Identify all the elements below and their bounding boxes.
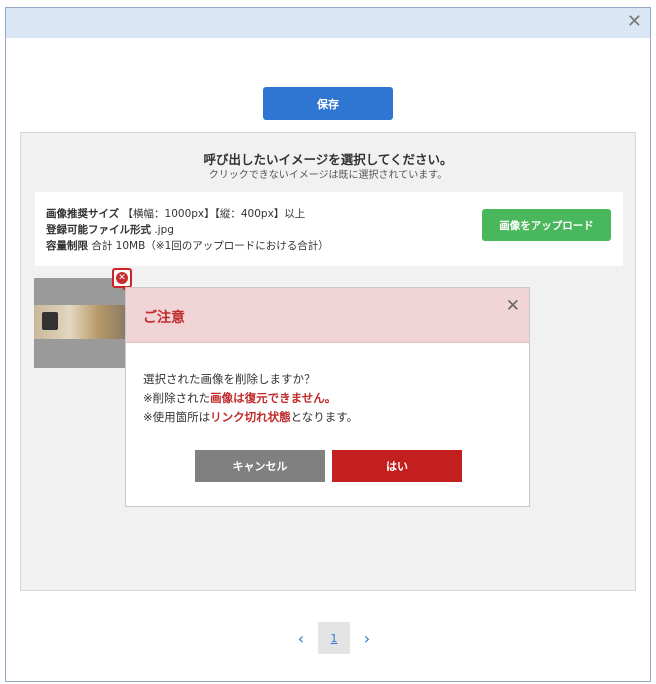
page-number-current[interactable]: 1	[318, 622, 350, 654]
dialog-line-3-prefix: ※使用箇所は	[143, 410, 211, 424]
dialog-line-2-warning: 画像は復元できません。	[210, 391, 337, 405]
dialog-title: ご注意	[143, 310, 185, 326]
size-info: 画像推奨サイズ 【横幅：1000px】【縦：400px】以上	[46, 206, 305, 221]
upload-image-button[interactable]: 画像をアップロード	[482, 209, 611, 241]
dialog-line-3-suffix: となります。	[290, 410, 359, 424]
save-button[interactable]: 保存	[263, 87, 393, 120]
next-page-icon[interactable]: ›	[356, 629, 378, 648]
image-thumbnail[interactable]	[34, 278, 125, 368]
size-value: 【横幅：1000px】【縦：400px】以上	[122, 208, 306, 220]
confirm-delete-dialog: ご注意 ✕ 選択された画像を削除しますか？ ※削除された画像は復元できません。 …	[125, 287, 530, 507]
format-label: 登録可能ファイル形式	[46, 224, 151, 236]
dialog-message-line-2: ※削除された画像は復元できません。	[143, 390, 336, 406]
capacity-value: 合計 10MB（※1回のアップロードにおける合計）	[91, 240, 329, 252]
thumbnail-logo-icon	[42, 312, 58, 330]
upload-info-box: 画像推奨サイズ 【横幅：1000px】【縦：400px】以上 登録可能ファイル形…	[35, 192, 623, 266]
capacity-label: 容量制限	[46, 240, 88, 252]
close-icon[interactable]: ✕	[627, 11, 642, 33]
prev-page-icon[interactable]: ‹	[290, 629, 312, 648]
dialog-header: ご注意 ✕	[126, 288, 529, 343]
panel-subtitle: クリックできないイメージは既に選択されています。	[208, 170, 448, 181]
format-info: 登録可能ファイル形式 .jpg	[46, 222, 174, 237]
capacity-info: 容量制限 合計 10MB（※1回のアップロードにおける合計）	[46, 238, 329, 253]
size-label: 画像推奨サイズ	[46, 208, 120, 220]
dialog-close-icon[interactable]: ✕	[506, 296, 520, 316]
pagination: ‹ 1 ›	[290, 622, 378, 654]
dialog-line-3-warning: リンク切れ状態	[210, 410, 291, 424]
confirm-yes-button[interactable]: はい	[332, 450, 462, 482]
dialog-line-2-prefix: ※削除された	[143, 391, 211, 405]
modal-topbar: ✕	[6, 8, 650, 38]
cancel-button[interactable]: キャンセル	[195, 450, 325, 482]
dialog-message-line-1: 選択された画像を削除しますか？	[143, 372, 316, 386]
format-value: .jpg	[154, 224, 174, 236]
thumbnail-image	[34, 305, 125, 339]
dialog-message-line-3: ※使用箇所はリンク切れ状態となります。	[143, 409, 358, 425]
